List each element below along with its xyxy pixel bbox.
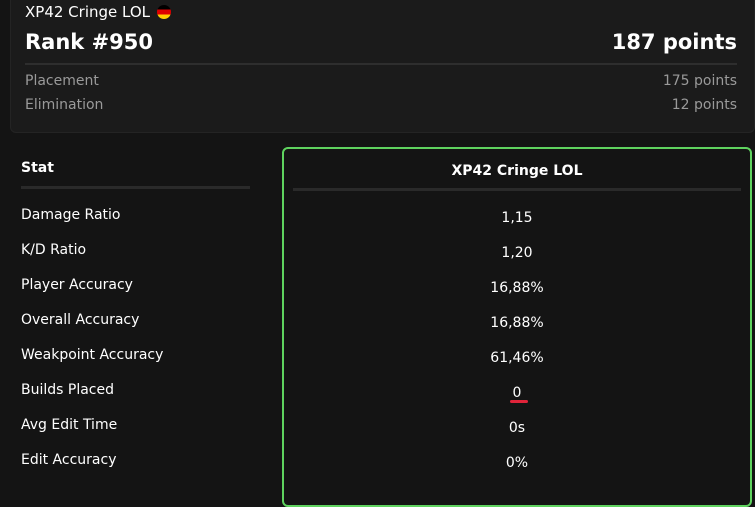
- stat-value-weakpoint-accuracy: 61,46%: [490, 350, 544, 366]
- stat-label-weakpoint-accuracy: Weakpoint Accuracy: [21, 347, 164, 363]
- player-stats-column: XP42 Cringe LOL 1,15 1,20 16,88% 16,88% …: [282, 147, 752, 507]
- stat-value-player-accuracy: 16,88%: [490, 280, 544, 296]
- player-name-row: XP42 Cringe LOL: [25, 3, 171, 21]
- stat-label-builds-placed: Builds Placed: [21, 382, 114, 398]
- total-points: 187 points: [611, 30, 737, 54]
- stat-value-edit-accuracy: 0%: [505, 455, 529, 471]
- stat-label-kd-ratio: K/D Ratio: [21, 242, 87, 258]
- breakdown-label: Placement: [25, 73, 99, 89]
- breakdown-value: 12 points: [671, 97, 737, 113]
- breakdown-row-elimination: Elimination 12 points: [25, 97, 737, 117]
- player-name: XP42 Cringe LOL: [25, 3, 150, 21]
- player-header-divider: [293, 188, 741, 191]
- summary-divider: [25, 63, 737, 65]
- player-column-header: XP42 Cringe LOL: [451, 163, 583, 179]
- stat-label-avg-edit-time: Avg Edit Time: [21, 417, 118, 433]
- stat-label-player-accuracy: Player Accuracy: [21, 277, 133, 293]
- breakdown-value: 175 points: [662, 73, 737, 89]
- stat-label-damage-ratio: Damage Ratio: [21, 207, 121, 223]
- stat-value-builds-placed: 0: [512, 385, 522, 401]
- breakdown-label: Elimination: [25, 97, 104, 113]
- stat-value-kd-ratio: 1,20: [501, 245, 533, 261]
- builds-placed-underline: [510, 400, 528, 403]
- player-rank: Rank #950: [25, 30, 153, 54]
- stat-value-damage-ratio: 1,15: [501, 210, 533, 226]
- germany-flag-icon: [157, 5, 171, 19]
- breakdown-row-placement: Placement 175 points: [25, 73, 737, 93]
- stat-value-avg-edit-time: 0s: [508, 420, 526, 436]
- stat-label-edit-accuracy: Edit Accuracy: [21, 452, 117, 468]
- stat-label-overall-accuracy: Overall Accuracy: [21, 312, 140, 328]
- stat-column-header: Stat: [21, 160, 54, 176]
- stat-header-divider: [21, 186, 250, 189]
- stat-value-overall-accuracy: 16,88%: [490, 315, 544, 331]
